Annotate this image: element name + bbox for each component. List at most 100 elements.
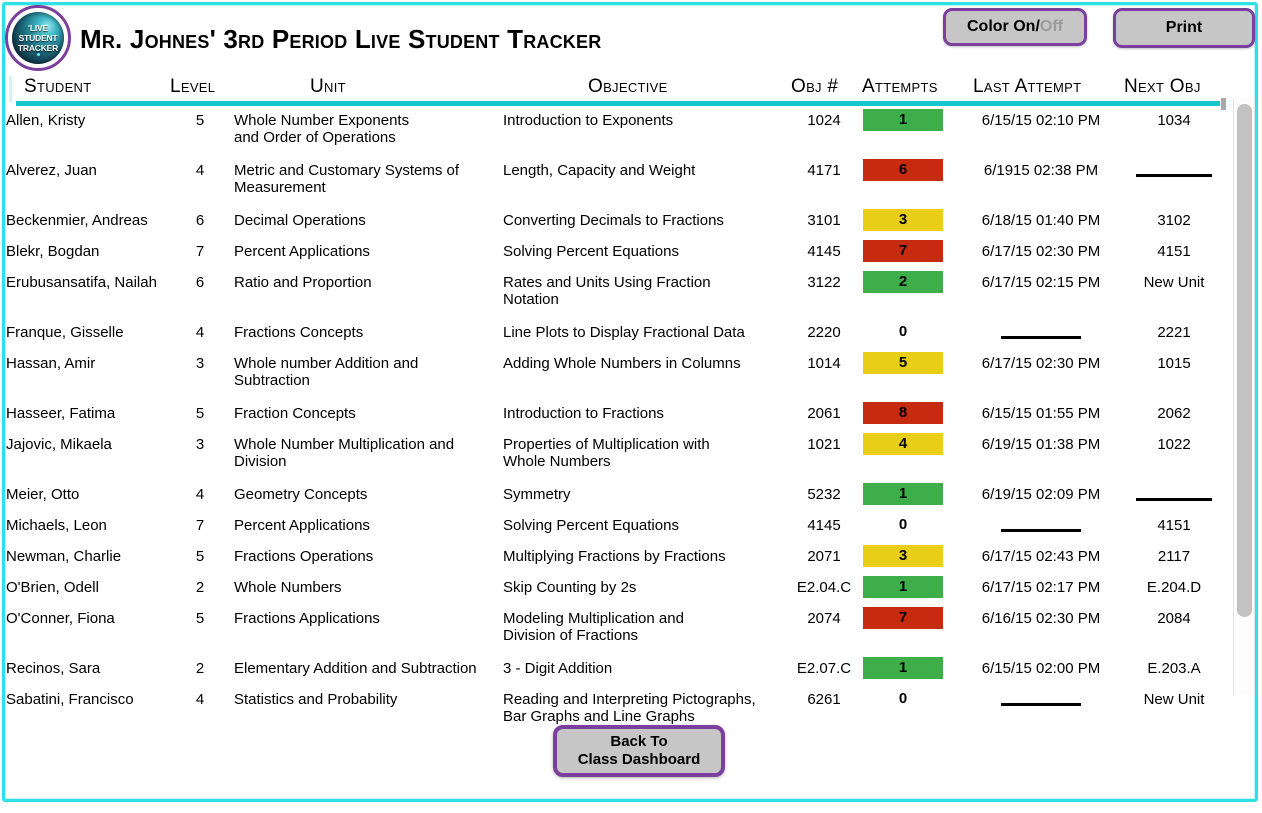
table-row[interactable]: Newman, Charlie 5 Fractions Operations Mult… (0, 542, 1230, 573)
logo-text: 'LIVE STUDENT TRACKER (12, 12, 64, 64)
cell-next-obj: 2062 (1157, 405, 1191, 422)
table-row[interactable]: Hassan, Amir 3 Whole number Addition and Su… (0, 349, 1230, 399)
cell-level: 7 (195, 517, 205, 534)
cell-attempts: 1 (862, 483, 944, 505)
cell-objective: Modeling Multiplication and Division of … (503, 610, 684, 644)
cell-attempts: 0 (862, 514, 944, 536)
empty-dash-icon (1136, 173, 1212, 177)
cell-level: 7 (195, 243, 205, 260)
cell-student: O'Conner, Fiona (6, 610, 115, 627)
cell-attempts: 1 (862, 109, 944, 131)
attempts-badge: 1 (863, 576, 943, 598)
cell-obj-number: 3101 (807, 212, 841, 229)
cell-attempts: 1 (862, 576, 944, 598)
cell-level: 4 (195, 486, 205, 503)
table-row[interactable]: Allen, Kristy 5 Whole Number Exponents and … (0, 106, 1230, 156)
table-row[interactable]: Franque, Gisselle 4 Fractions Concepts Line… (0, 318, 1230, 349)
table-row[interactable]: Erubusansatifa, Nailah 6 Ratio and Proport… (0, 268, 1230, 318)
cell-next-obj: 4151 (1157, 517, 1191, 534)
table-row[interactable]: Meier, Otto 4 Geometry Concepts Symmetry 523… (0, 480, 1230, 511)
cell-next-obj (1124, 162, 1224, 179)
cell-student: Recinos, Sara (6, 660, 101, 677)
cell-unit: Decimal Operations (234, 212, 366, 229)
cell-attempts: 3 (862, 545, 944, 567)
cell-last-attempt: 6/17/15 02:30 PM (981, 243, 1101, 260)
table-row[interactable]: O'Brien, Odell 2 Whole Numbers Skip Countin… (0, 573, 1230, 604)
cell-last-attempt: 6/18/15 01:40 PM (981, 212, 1101, 229)
cell-obj-number: 2061 (807, 405, 841, 422)
print-button[interactable]: Print (1113, 8, 1255, 48)
table-row[interactable]: Beckenmier, Andreas 6 Decimal Operations Co… (0, 206, 1230, 237)
attempts-badge: 0 (898, 516, 908, 533)
app-logo: 'LIVE STUDENT TRACKER (5, 5, 71, 71)
table-row[interactable]: Michaels, Leon 7 Percent Applications Solvi… (0, 511, 1230, 542)
cell-next-obj: E.204.D (1146, 579, 1202, 596)
cell-student: Newman, Charlie (6, 548, 122, 565)
cell-attempts: 7 (862, 240, 944, 262)
logo-line-1: 'LIVE (28, 23, 48, 33)
attempts-badge: 3 (863, 209, 943, 231)
cell-next-obj: 1022 (1157, 436, 1191, 453)
back-button-line-2: Class Dashboard (577, 751, 701, 768)
cell-student: Hasseer, Fatima (6, 405, 116, 422)
table-row[interactable]: Blekr, Bogdan 7 Percent Applications Solvin… (0, 237, 1230, 268)
table-row[interactable]: Jajovic, Mikaela 3 Whole Number Multiplica… (0, 430, 1230, 480)
cell-last-attempt (955, 517, 1127, 534)
cell-student: Alverez, Juan (6, 162, 97, 179)
cell-level: 2 (195, 660, 205, 677)
empty-dash-icon (1001, 528, 1081, 532)
cell-objective: Symmetry (503, 486, 571, 503)
table-row[interactable]: O'Conner, Fiona 5 Fractions Applications Mo… (0, 604, 1230, 654)
cell-objective: Skip Counting by 2s (503, 579, 637, 596)
cell-level: 6 (195, 274, 205, 291)
cell-next-obj: 1034 (1157, 112, 1191, 129)
cell-last-attempt: 6/15/15 01:55 PM (981, 405, 1101, 422)
vertical-scrollbar[interactable] (1233, 98, 1255, 695)
cell-attempts: 6 (862, 159, 944, 181)
cell-student: Michaels, Leon (6, 517, 107, 534)
cell-objective: Solving Percent Equations (503, 517, 679, 534)
cell-unit: Percent Applications (234, 517, 370, 534)
column-header-unit: Unit (310, 76, 346, 97)
attempts-badge: 5 (863, 352, 943, 374)
cell-last-attempt: 6/17/15 02:30 PM (981, 355, 1101, 372)
cell-objective: Properties of Multiplication with Whole N… (503, 436, 710, 470)
empty-dash-icon (1136, 497, 1212, 501)
cell-attempts: 0 (862, 321, 944, 343)
table-row[interactable]: Hasseer, Fatima 5 Fraction Concepts Introdu… (0, 399, 1230, 430)
attempts-badge: 3 (863, 545, 943, 567)
color-on-off-button[interactable]: Color On/Off (943, 8, 1087, 46)
empty-dash-icon (1001, 335, 1081, 339)
logo-highlight-dot-icon (37, 53, 40, 56)
cell-objective: Multiplying Fractions by Fractions (503, 548, 726, 565)
cell-objective: Adding Whole Numbers in Columns (503, 355, 741, 372)
column-header-next-obj: Next Obj (1124, 76, 1201, 97)
cell-unit: Whole Number Multiplication and Division (234, 436, 455, 470)
cell-objective: Rates and Units Using Fraction Notation (503, 274, 711, 308)
page-header: 'LIVE STUDENT TRACKER Mr. Johnes' 3rd Pe… (0, 0, 1262, 71)
cell-last-attempt: 6/19/15 01:38 PM (981, 436, 1101, 453)
table-row[interactable]: Recinos, Sara 2 Elementary Addition and Su… (0, 654, 1230, 685)
cell-obj-number: 3122 (807, 274, 841, 291)
cell-objective: Length, Capacity and Weight (503, 162, 696, 179)
scrollbar-thumb[interactable] (1237, 104, 1252, 617)
back-to-class-dashboard-button[interactable]: Back To Class Dashboard (553, 725, 725, 777)
cell-level: 4 (195, 162, 205, 179)
cell-student: Hassan, Amir (6, 355, 96, 372)
cell-last-attempt: 6/19/15 02:09 PM (981, 486, 1101, 503)
cell-next-obj (1124, 486, 1224, 503)
cell-attempts: 2 (862, 271, 944, 293)
cell-unit: Fractions Applications (234, 610, 380, 627)
color-toggle-off-label: Off (1039, 18, 1063, 35)
logo-line-3: TRACKER (17, 43, 59, 53)
cell-attempts: 4 (862, 433, 944, 455)
cell-level: 4 (195, 324, 205, 341)
cell-level: 4 (195, 691, 205, 708)
cell-unit: Geometry Concepts (234, 486, 368, 503)
cell-obj-number: 2074 (807, 610, 841, 627)
cell-last-attempt: 6/17/15 02:17 PM (981, 579, 1101, 596)
table-row[interactable]: Alverez, Juan 4 Metric and Customary Syste… (0, 156, 1230, 206)
color-toggle-on-label: Color On/ (967, 18, 1040, 35)
cell-attempts: 0 (862, 688, 944, 710)
cell-obj-number: 2220 (807, 324, 841, 341)
